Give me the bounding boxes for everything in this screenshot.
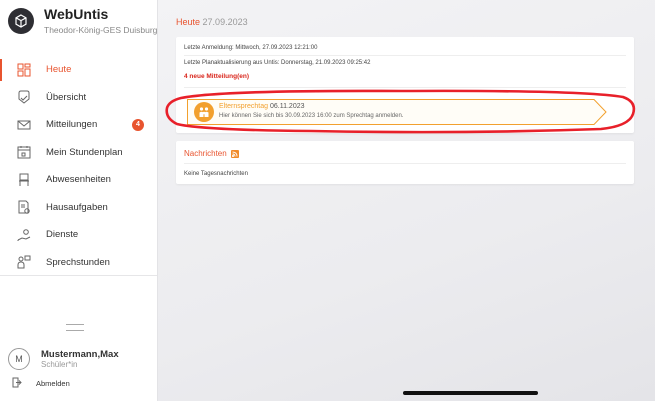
- sidebar: WebUntis Theodor-König-GES Duisburg Heut…: [0, 0, 158, 401]
- sidebar-item-label: Dienste: [46, 229, 79, 241]
- last-login-text: Letzte Anmeldung: Mittwoch, 27.09.2023 1…: [184, 45, 318, 51]
- user-name: Mustermann,Max: [41, 348, 119, 360]
- sidebar-item-hausaufgaben[interactable]: Hausaufgaben: [0, 194, 157, 222]
- brand: WebUntis Theodor-König-GES Duisburg: [8, 6, 157, 42]
- sidebar-item-mitteilungen[interactable]: Mitteilungen 4: [0, 111, 157, 139]
- sidebar-item-label: Sprechstunden: [46, 256, 110, 268]
- news-title-label: Nachrichten: [184, 149, 227, 158]
- logout-icon: [12, 377, 22, 390]
- collapse-handle-icon[interactable]: [66, 324, 84, 331]
- sidebar-item-label: Mein Stundenplan: [46, 146, 123, 158]
- sidebar-item-abwesenheiten[interactable]: Abwesenheiten: [0, 166, 157, 194]
- sidebar-divider: [0, 275, 157, 276]
- sidebar-item-label: Heute: [46, 64, 72, 76]
- chair-icon: [16, 172, 32, 188]
- mail-icon: [16, 117, 32, 133]
- app-title: WebUntis: [44, 6, 109, 22]
- logout-label: Abmelden: [36, 379, 70, 388]
- user-profile[interactable]: M Mustermann,Max Schüler*in: [8, 348, 119, 370]
- sidebar-nav: Heute Übersicht Mitteilungen 4 Mein Stun…: [0, 56, 157, 276]
- news-empty-text: Keine Tagesnachrichten: [184, 171, 248, 177]
- main-content: Heute 27.09.2023 Letzte Anmeldung: Mittw…: [158, 0, 655, 401]
- sidebar-item-label: Abwesenheiten: [46, 174, 111, 186]
- sidebar-item-sprechstunden[interactable]: Sprechstunden: [0, 249, 157, 277]
- rss-icon[interactable]: [230, 149, 239, 158]
- home-indicator: [403, 391, 538, 395]
- news-title: Nachrichten: [184, 149, 239, 158]
- user-role: Schüler*in: [41, 359, 78, 369]
- logout-button[interactable]: Abmelden: [12, 377, 70, 390]
- sidebar-item-label: Hausaufgaben: [46, 201, 108, 213]
- calendar-icon: [16, 144, 32, 160]
- sidebar-item-label: Mitteilungen: [46, 119, 98, 131]
- highlight-annotation-ring: [165, 89, 636, 134]
- dashboard-icon: [16, 62, 32, 78]
- school-name: Theodor-König-GES Duisburg: [44, 25, 158, 35]
- consultation-icon: [16, 254, 32, 270]
- page-title-label: Heute: [176, 17, 201, 27]
- overview-icon: [16, 89, 32, 105]
- divider: [184, 55, 626, 56]
- sidebar-item-label: Übersicht: [46, 91, 87, 103]
- sidebar-item-dienste[interactable]: Dienste: [0, 221, 157, 249]
- sidebar-item-uebersicht[interactable]: Übersicht: [0, 84, 157, 112]
- page-title-date: 27.09.2023: [202, 17, 248, 27]
- avatar: M: [8, 348, 30, 370]
- news-card: Nachrichten Keine Tagesnachrichten: [176, 141, 634, 184]
- homework-icon: [16, 199, 32, 215]
- last-update-text: Letzte Planaktualisierung aus Untis: Don…: [184, 60, 371, 66]
- sidebar-item-stundenplan[interactable]: Mein Stundenplan: [0, 139, 157, 167]
- page-title: Heute 27.09.2023: [176, 17, 248, 27]
- webuntis-logo-icon: [8, 8, 34, 34]
- duty-icon: [16, 227, 32, 243]
- new-messages-link[interactable]: 4 neue Mitteilung(en): [184, 73, 249, 80]
- unread-badge: 4: [132, 118, 144, 131]
- sidebar-item-heute[interactable]: Heute: [0, 56, 157, 84]
- divider: [184, 163, 626, 164]
